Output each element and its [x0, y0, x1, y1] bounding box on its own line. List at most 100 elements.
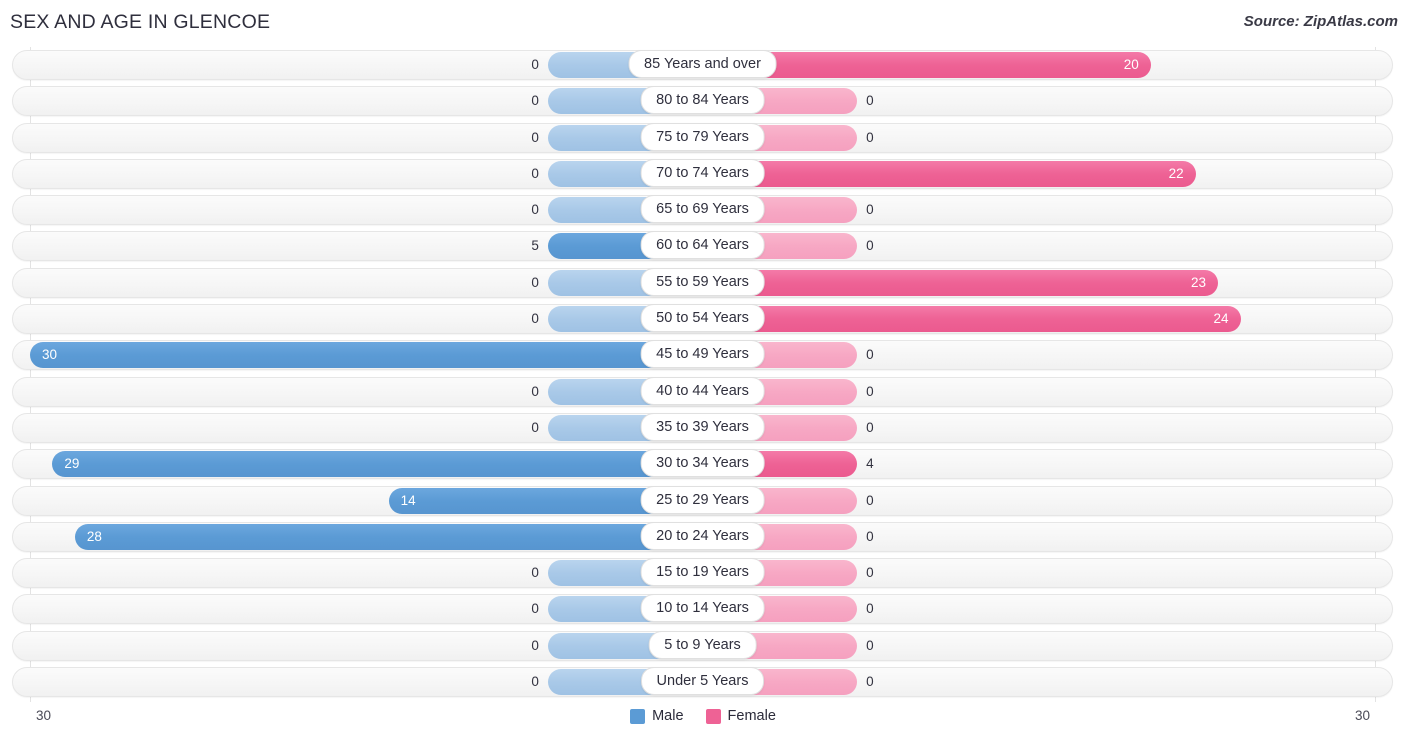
- chart-row: 0 0 65 to 69 Years: [0, 192, 1406, 228]
- age-group-label: 5 to 9 Years: [648, 630, 757, 659]
- male-half: 0: [30, 413, 703, 443]
- row-field: 0 0 35 to 39 Years: [30, 412, 1376, 443]
- male-value-label: 0: [531, 165, 539, 181]
- row-field: 14 0 25 to 29 Years: [30, 485, 1375, 516]
- female-bar[interactable]: 22: [702, 160, 1196, 187]
- female-value-label: 0: [866, 492, 874, 508]
- chart-row: 28 0 20 to 24 Years: [0, 519, 1406, 555]
- row-field: 0 20 85 Years and over: [30, 50, 1375, 80]
- row-field: 0 0 80 to 84 Years: [30, 86, 1375, 116]
- legend-item-male[interactable]: Male: [630, 708, 684, 724]
- male-value-label: 0: [531, 637, 539, 653]
- male-value-label: 0: [531, 565, 539, 581]
- female-half: 4: [702, 449, 1376, 479]
- source-attribution: Source: ZipAtlas.com: [1243, 13, 1398, 30]
- female-value-label: 0: [866, 565, 874, 581]
- female-value-label: 0: [866, 129, 874, 145]
- female-half: 0: [702, 413, 1376, 443]
- chart-row: 0 0 15 to 19 Years: [0, 555, 1406, 591]
- male-bar[interactable]: 30: [30, 342, 703, 369]
- chart-row: 0 0 75 to 79 Years: [0, 120, 1406, 156]
- female-half: 0: [702, 231, 1376, 261]
- row-field: 0 0 40 to 44 Years: [30, 376, 1376, 407]
- age-group-label: 85 Years and over: [628, 50, 777, 78]
- chart-row: 0 23 55 to 59 Years: [0, 265, 1406, 301]
- chart-row: 0 20 85 Years and over: [0, 47, 1406, 83]
- male-half: 0: [30, 667, 703, 697]
- male-half: 30: [30, 340, 703, 370]
- row-field: 0 0 10 to 14 Years: [30, 594, 1375, 624]
- male-value-label: 0: [531, 202, 539, 218]
- row-field: 0 0 65 to 69 Years: [30, 195, 1375, 225]
- chart-row: 0 0 35 to 39 Years: [0, 410, 1406, 446]
- female-half: 0: [702, 340, 1376, 370]
- male-value-label: 29: [64, 456, 80, 472]
- chart-row: 14 0 25 to 29 Years: [0, 483, 1406, 519]
- male-half: 0: [30, 558, 703, 588]
- legend-label-male: Male: [652, 708, 684, 724]
- age-group-label: 30 to 34 Years: [640, 449, 765, 478]
- row-field: 0 0 Under 5 Years: [30, 667, 1375, 697]
- legend-item-female[interactable]: Female: [705, 708, 776, 724]
- female-bar[interactable]: 24: [702, 306, 1241, 333]
- male-value-label: 0: [531, 419, 539, 435]
- male-value-label: 0: [531, 274, 539, 290]
- male-half: 0: [30, 304, 703, 334]
- male-value-label: 0: [531, 383, 539, 399]
- age-group-label: 55 to 59 Years: [640, 267, 765, 296]
- page-title: SEX AND AGE IN GLENCOE: [10, 11, 271, 33]
- male-half: 29: [30, 449, 703, 479]
- female-value-label: 23: [1191, 274, 1207, 290]
- row-field: 0 0 75 to 79 Years: [30, 122, 1376, 153]
- age-group-label: 65 to 69 Years: [640, 195, 765, 224]
- male-value-label: 30: [42, 347, 58, 363]
- male-half: 0: [30, 631, 703, 661]
- age-group-label: 20 to 24 Years: [640, 521, 765, 550]
- chart-row: 0 0 Under 5 Years: [0, 664, 1406, 700]
- female-value-label: 4: [866, 456, 874, 472]
- chart-row: 0 24 50 to 54 Years: [0, 301, 1406, 337]
- female-half: 0: [702, 558, 1376, 588]
- male-value-label: 0: [531, 129, 539, 145]
- female-value-label: 0: [866, 674, 874, 690]
- female-value-label: 0: [866, 528, 874, 544]
- male-half: 28: [30, 522, 703, 552]
- female-value-label: 24: [1213, 311, 1229, 327]
- female-half: 0: [702, 123, 1376, 153]
- female-half: 0: [702, 195, 1376, 225]
- chart-row: 0 0 10 to 14 Years: [0, 591, 1406, 627]
- age-group-label: 25 to 29 Years: [640, 485, 765, 514]
- female-value-label: 0: [866, 347, 874, 363]
- male-value-label: 0: [531, 93, 539, 109]
- male-bar[interactable]: 29: [52, 451, 703, 478]
- male-half: 0: [30, 50, 703, 80]
- male-half: 0: [30, 195, 703, 225]
- female-half: 0: [702, 594, 1376, 624]
- chart-row: 0 22 70 to 74 Years: [0, 156, 1406, 192]
- chart-row: 30 0 45 to 49 Years: [0, 337, 1406, 373]
- female-half: 0: [702, 377, 1376, 407]
- row-field: 29 4 30 to 34 Years: [30, 449, 1375, 479]
- male-bar[interactable]: 28: [74, 523, 703, 550]
- population-pyramid-plot: 0 20 85 Years and over 0 0 80 to 84 Years 0 0 75…: [0, 47, 1406, 702]
- female-value-label: 0: [866, 419, 874, 435]
- female-bar[interactable]: 23: [702, 269, 1219, 296]
- female-value-label: 0: [866, 601, 874, 617]
- age-group-label: 35 to 39 Years: [640, 412, 765, 441]
- age-group-label: 70 to 74 Years: [640, 158, 765, 187]
- legend-label-female: Female: [727, 708, 776, 724]
- age-group-label: 50 to 54 Years: [640, 304, 765, 333]
- male-value-label: 0: [531, 311, 539, 327]
- row-field: 28 0 20 to 24 Years: [30, 521, 1375, 552]
- male-value-label: 0: [531, 601, 539, 617]
- chart-footer: 30 30 Male Female: [0, 702, 1406, 740]
- row-field: 0 22 70 to 74 Years: [30, 158, 1375, 189]
- male-value-label: 14: [400, 492, 416, 508]
- male-half: 0: [30, 123, 703, 153]
- row-field: 0 0 5 to 9 Years: [30, 630, 1375, 661]
- chart-rows: 0 20 85 Years and over 0 0 80 to 84 Years 0 0 75…: [0, 47, 1406, 700]
- female-value-label: 0: [866, 202, 874, 218]
- male-half: 0: [30, 159, 703, 189]
- male-half: 5: [30, 231, 703, 261]
- age-group-label: 80 to 84 Years: [640, 86, 765, 115]
